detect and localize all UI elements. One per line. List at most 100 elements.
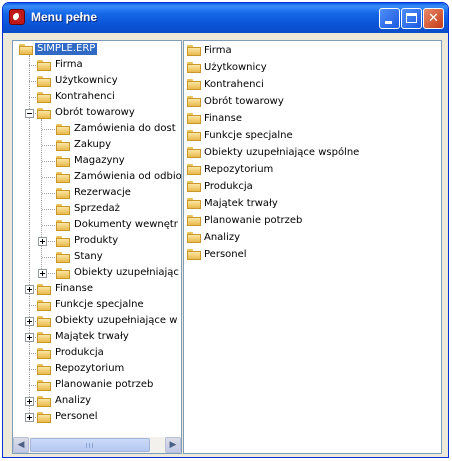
expand-icon[interactable] xyxy=(38,269,47,278)
expander-bar xyxy=(29,287,30,292)
list-item-label: Personel xyxy=(204,249,247,260)
tree-item-label[interactable]: Sprzedaż xyxy=(74,203,120,215)
expand-icon[interactable] xyxy=(25,413,34,422)
title-bar[interactable]: Menu pełne ✕ xyxy=(3,3,448,33)
folder-icon xyxy=(187,164,201,175)
scroll-left-button[interactable]: ◀ xyxy=(13,437,29,453)
menu-window: Menu pełne ✕ SIMPLE.ERP Firma Użytkownicy K… xyxy=(2,2,449,458)
folder-icon xyxy=(187,62,201,73)
expand-icon[interactable] xyxy=(25,285,34,294)
folder-icon xyxy=(187,181,201,192)
list-item-label: Obiekty uzupełniające wspólne xyxy=(204,147,360,158)
list-item-label: Majątek trwały xyxy=(204,198,278,209)
tree-item-label[interactable]: Repozytorium xyxy=(55,363,124,375)
list-item-label: Planowanie potrzeb xyxy=(204,215,303,226)
folder-icon xyxy=(56,220,70,231)
tree-item-label[interactable]: Kontrahenci xyxy=(55,91,115,103)
tree-horizontal-line xyxy=(42,145,55,146)
folder-icon xyxy=(56,124,70,135)
tree-horizontal-line xyxy=(42,129,55,130)
grip-icon xyxy=(86,443,95,448)
list-item-label: Produkcja xyxy=(204,181,253,192)
list-item-label: Kontrahenci xyxy=(204,79,264,90)
folder-icon xyxy=(37,76,51,87)
folder-icon xyxy=(187,215,201,226)
expander-bar xyxy=(29,415,30,420)
folder-icon xyxy=(37,348,51,359)
maximize-icon xyxy=(406,13,417,23)
tree-horizontal-line xyxy=(42,193,55,194)
tree-horizontal-line xyxy=(42,209,55,210)
tree-item-label[interactable]: Dokumenty wewnętr xyxy=(74,219,178,231)
tree-item-label[interactable]: Finanse xyxy=(55,283,93,295)
tree-item-label[interactable]: Zamówienia od odbio xyxy=(74,171,181,183)
tree-horizontal-line xyxy=(42,225,55,226)
tree-item-label[interactable]: Stany xyxy=(74,251,103,263)
menu-tree[interactable]: SIMPLE.ERP Firma Użytkownicy Kontrahenci Obr… xyxy=(13,41,181,437)
folder-icon xyxy=(56,188,70,199)
folder-icon xyxy=(19,44,33,55)
tree-item-label[interactable]: Obiekty uzupełniające w xyxy=(55,315,177,327)
folder-icon xyxy=(37,380,51,391)
tree-item-label[interactable]: Obrót towarowy xyxy=(55,107,135,119)
tree-item-label[interactable]: Rezerwacje xyxy=(74,187,131,199)
list-item-label: Firma xyxy=(204,45,232,56)
window-title: Menu pełne xyxy=(31,10,98,24)
folder-icon xyxy=(37,396,51,407)
tree-item-label[interactable]: Funkcje specjalne xyxy=(55,299,144,311)
expand-icon[interactable] xyxy=(38,237,47,246)
folder-icon xyxy=(37,108,51,119)
tree-item-label[interactable]: Zamówienia do dost xyxy=(74,123,176,135)
folder-icon xyxy=(37,300,51,311)
list-item-label: Funkcje specjalne xyxy=(204,130,293,141)
maximize-button[interactable] xyxy=(401,8,422,29)
tree-item-label[interactable]: Personel xyxy=(55,411,98,423)
minimize-button[interactable] xyxy=(379,8,400,29)
folder-icon xyxy=(56,252,70,263)
list-item-label: Użytkownicy xyxy=(204,62,267,73)
tree-item-label[interactable]: SIMPLE.ERP xyxy=(35,43,98,55)
tree-horizontal-line xyxy=(42,257,55,258)
folder-icon xyxy=(187,198,201,209)
list-item-label: Finanse xyxy=(204,113,242,124)
expander-bar xyxy=(29,399,30,404)
close-button[interactable]: ✕ xyxy=(423,8,444,29)
arrow-left-icon: ◀ xyxy=(17,440,25,450)
scroll-thumb[interactable] xyxy=(30,438,150,452)
folder-icon xyxy=(37,364,51,375)
expander-bar xyxy=(42,271,43,276)
tree-item-label[interactable]: Majątek trwały xyxy=(55,331,129,343)
list-pane[interactable]: Firma Użytkownicy Kontrahenci Obrót towarow… xyxy=(183,40,442,454)
folder-icon xyxy=(187,249,201,260)
folder-icon xyxy=(187,113,201,124)
tree-item-label[interactable]: Firma xyxy=(55,59,83,71)
expander-dash xyxy=(27,113,32,114)
horizontal-scrollbar[interactable]: ◀ ▶ xyxy=(13,437,181,453)
tree-item-label[interactable]: Magazyny xyxy=(74,155,125,167)
list-item-label: Obrót towarowy xyxy=(204,96,284,107)
tree-item-label[interactable]: Produkcja xyxy=(55,347,104,359)
tree-item-label[interactable]: Analizy xyxy=(55,395,91,407)
folder-icon xyxy=(37,284,51,295)
tree-item-label[interactable]: Obiekty uzupełniając xyxy=(74,267,179,279)
folder-icon xyxy=(187,130,201,141)
scroll-right-button[interactable]: ▶ xyxy=(165,437,181,453)
expand-icon[interactable] xyxy=(25,397,34,406)
list-item-label: Repozytorium xyxy=(204,164,274,175)
folder-icon xyxy=(187,45,201,56)
tree-item-label[interactable]: Zakupy xyxy=(74,139,111,151)
app-icon[interactable] xyxy=(9,9,25,25)
tree-pane[interactable]: SIMPLE.ERP Firma Użytkownicy Kontrahenci Obr… xyxy=(12,40,182,454)
folder-icon xyxy=(37,92,51,103)
folder-icon xyxy=(187,96,201,107)
expand-icon[interactable] xyxy=(25,317,34,326)
folder-icon xyxy=(56,268,70,279)
tree-item-label[interactable]: Produkty xyxy=(74,235,118,247)
folder-icon xyxy=(37,412,51,423)
folder-icon xyxy=(56,156,70,167)
tree-item-label[interactable]: Użytkownicy xyxy=(55,75,118,87)
collapse-icon[interactable] xyxy=(25,109,34,118)
tree-item-label[interactable]: Planowanie potrzeb xyxy=(55,379,153,391)
folder-icon xyxy=(56,172,70,183)
expand-icon[interactable] xyxy=(25,333,34,342)
